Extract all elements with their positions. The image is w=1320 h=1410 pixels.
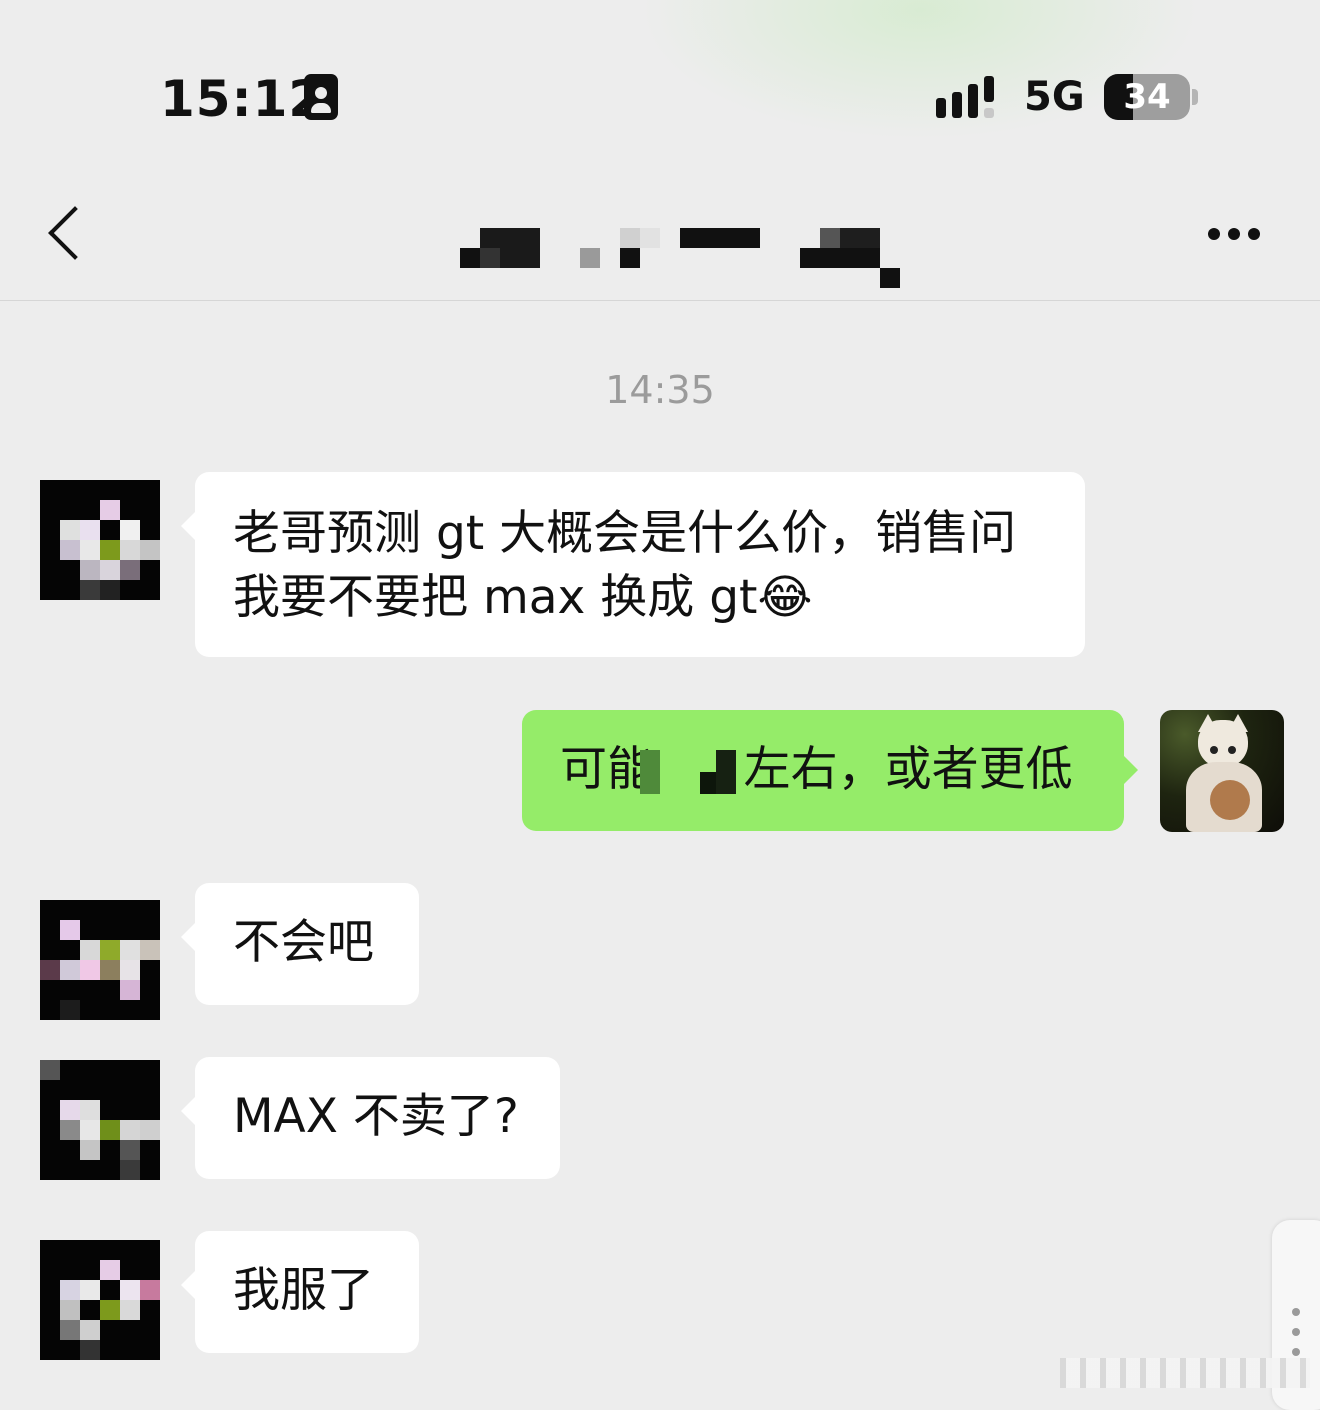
- more-options-icon[interactable]: [1208, 228, 1268, 242]
- message-bubble-incoming[interactable]: MAX 不卖了?: [181, 1057, 560, 1179]
- contact-card-icon: [304, 74, 338, 120]
- message-bubble-incoming[interactable]: 不会吧: [181, 883, 419, 1005]
- battery-tip: [1192, 89, 1198, 105]
- status-time: 15:12: [160, 70, 325, 128]
- contact-avatar[interactable]: [40, 480, 160, 600]
- message-text-line-1: 老哥预测 gt 大概会是什么价，销售问: [233, 506, 1017, 561]
- home-indicator: [1060, 1358, 1310, 1388]
- message-timestamp: 14:35: [605, 368, 715, 412]
- network-type: 5G: [1024, 74, 1085, 120]
- redacted-price-mosaic: [640, 750, 736, 800]
- cellular-signal-icon: [936, 76, 1006, 120]
- cat-eye: [1210, 746, 1218, 754]
- battery-icon: 34: [1104, 74, 1190, 120]
- contact-avatar[interactable]: [40, 900, 160, 1020]
- cat-eye: [1228, 746, 1236, 754]
- battery-percent: 34: [1123, 77, 1171, 117]
- message-text: 可能 左右，或者更低: [560, 742, 1073, 797]
- message-bubble-incoming[interactable]: 我服了: [181, 1231, 419, 1353]
- cat-paws: [1210, 780, 1250, 820]
- message-text: MAX 不卖了?: [233, 1089, 519, 1144]
- my-avatar[interactable]: [1160, 710, 1284, 832]
- message-bubble-incoming[interactable]: 老哥预测 gt 大概会是什么价，销售问 我要不要把 max 换成 gt😂: [181, 472, 1085, 657]
- message-text: 我服了: [233, 1263, 374, 1318]
- cat-head: [1198, 720, 1248, 768]
- contact-avatar[interactable]: [40, 1060, 160, 1180]
- chat-header: [0, 170, 1320, 301]
- chat-title-redacted: [460, 218, 900, 288]
- status-bar: 15:12 5G 34: [0, 0, 1320, 170]
- chevron-left-icon[interactable]: [48, 206, 102, 260]
- contact-avatar[interactable]: [40, 1240, 160, 1360]
- message-text: 不会吧: [233, 915, 374, 970]
- message-text-line-2: 我要不要把 max 换成 gt😂: [233, 570, 813, 625]
- message-bubble-outgoing[interactable]: 可能 左右，或者更低: [522, 710, 1138, 831]
